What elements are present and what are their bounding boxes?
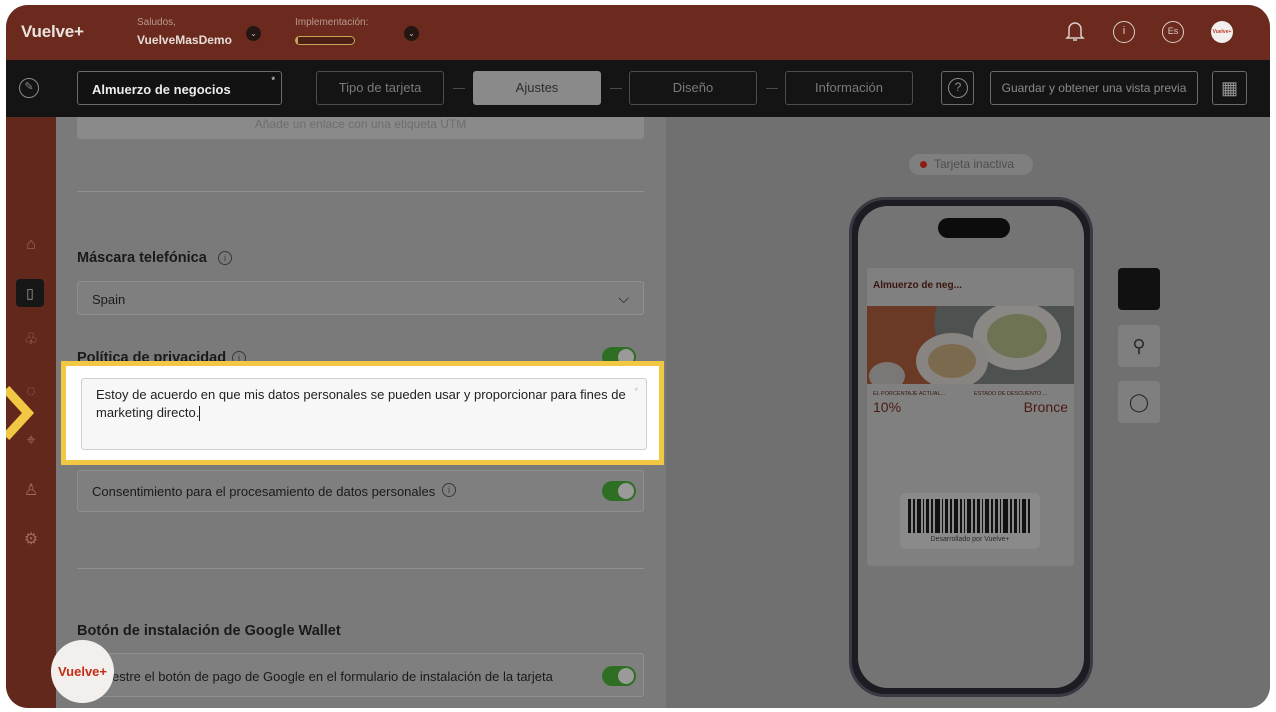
google-wallet-label: estre el botón de pago de Google en el f… [112,669,553,684]
qr-code-button[interactable]: ▦ [1212,71,1247,105]
vuelve-logo-badge[interactable]: Vuelve+ [51,640,114,703]
status-text: Tarjeta inactiva [934,157,1015,171]
consent-row: Consentimiento para el procesamiento de … [77,470,644,512]
tab-settings[interactable]: Ajustes [473,71,601,105]
phone-mockup: Almuerzo de neg... EL PORCENTAJE ACTUAL.… [849,197,1093,697]
card-preview-panel: Tarjeta inactiva Almuerzo de neg... EL P… [666,117,1270,708]
consent-label: Consentimiento para el procesamiento de … [92,484,436,499]
account-dropdown-icon[interactable]: ⌄ [246,26,261,41]
dynamic-island [938,218,1010,238]
card-title: Almuerzo de neg... [873,280,962,291]
google-wallet-toggle[interactable] [602,666,636,686]
phone-mask-title: Máscara telefónica [77,250,207,266]
android-icon[interactable]: ⚲ [1118,325,1160,367]
edit-icon[interactable]: ✎ [19,78,39,98]
barcode: Desarrollado por Vuelve+ [900,493,1040,549]
phone-mask-value: Spain [92,292,126,307]
info-icon[interactable]: i [218,251,232,265]
chat-icon[interactable]: ◯ [1118,381,1160,423]
status-dot [920,161,927,168]
greeting-label: Saludos, [137,17,176,28]
info-icon[interactable]: i [442,483,456,497]
user-icon[interactable]: ♙ [21,481,41,501]
step-connector [453,88,465,89]
card-icon[interactable]: ▯ [16,279,44,307]
required-mark: * [271,75,275,85]
app-logo[interactable]: Vuelve+ [21,22,84,42]
card-image [867,306,1074,384]
tab-design[interactable]: Diseño [629,71,757,105]
highlight-frame: Estoy de acuerdo en que mis datos person… [61,361,664,465]
status-badge: Tarjeta inactiva [909,154,1033,175]
save-preview-button[interactable]: Guardar y obtener una vista previa [990,71,1198,105]
app-window: Vuelve+ Saludos, VuelveMasDemo ⌄ Impleme… [6,5,1270,708]
google-wallet-row: estre el botón de pago de Google en el f… [77,653,644,697]
implementation-dropdown-icon[interactable]: ⌄ [404,26,419,41]
editor-toolbar: ✎ Almuerzo de negocios * Tipo de tarjeta… [6,60,1270,117]
gear-icon[interactable]: ⚙ [21,530,41,550]
text-cursor [199,406,201,422]
apple-icon[interactable] [1118,268,1160,310]
required-mark: * [634,386,638,396]
divider [77,191,644,192]
implementation-label: Implementación: [295,17,369,28]
powered-by-text: Desarrollado por Vuelve+ [930,536,1010,543]
divider [77,568,644,569]
wallet-card: Almuerzo de neg... EL PORCENTAJE ACTUAL.… [867,268,1074,566]
bell-icon[interactable] [1064,19,1086,43]
card-name-value: Almuerzo de negocios [92,82,231,97]
phone-screen: Almuerzo de neg... EL PORCENTAJE ACTUAL.… [858,206,1084,688]
help-button[interactable]: ? [941,71,974,105]
arrow-right-icon [6,385,35,441]
language-icon[interactable]: Es [1162,21,1184,43]
top-header: Vuelve+ Saludos, VuelveMasDemo ⌄ Impleme… [6,5,1270,60]
tab-information[interactable]: Información [785,71,913,105]
avatar[interactable]: Vuelve+ [1211,21,1233,43]
privacy-text-value: Estoy de acuerdo en que mis datos person… [96,387,626,420]
implementation-progress [295,36,355,45]
step-connector [766,88,778,89]
tab-card-type[interactable]: Tipo de tarjeta [316,71,444,105]
info-icon[interactable]: i [1113,21,1135,43]
utm-link-button[interactable]: Añade un enlace con una etiqueta UTM [77,117,644,139]
step-connector [610,88,622,89]
field2-label: ESTADO DE DESCUENTO ... [974,391,1048,397]
privacy-text-field[interactable]: Estoy de acuerdo en que mis datos person… [81,378,647,450]
field2-value: Bronce [1023,399,1068,415]
home-icon[interactable]: ⌂ [21,235,41,255]
card-name-input[interactable]: Almuerzo de negocios * [77,71,282,105]
implementation-progress-fill [296,37,298,44]
phone-mask-select[interactable]: Spain ⌵ [77,281,644,315]
field1-value: 10% [873,399,902,415]
users-icon[interactable]: ♧ [21,330,41,350]
field1-label: EL PORCENTAJE ACTUAL... [873,391,946,397]
google-wallet-title: Botón de instalación de Google Wallet [77,623,341,639]
chevron-down-icon: ⌵ [618,290,629,306]
account-name[interactable]: VuelveMasDemo [137,33,232,47]
consent-toggle[interactable] [602,481,636,501]
help-icon: ? [948,78,968,98]
